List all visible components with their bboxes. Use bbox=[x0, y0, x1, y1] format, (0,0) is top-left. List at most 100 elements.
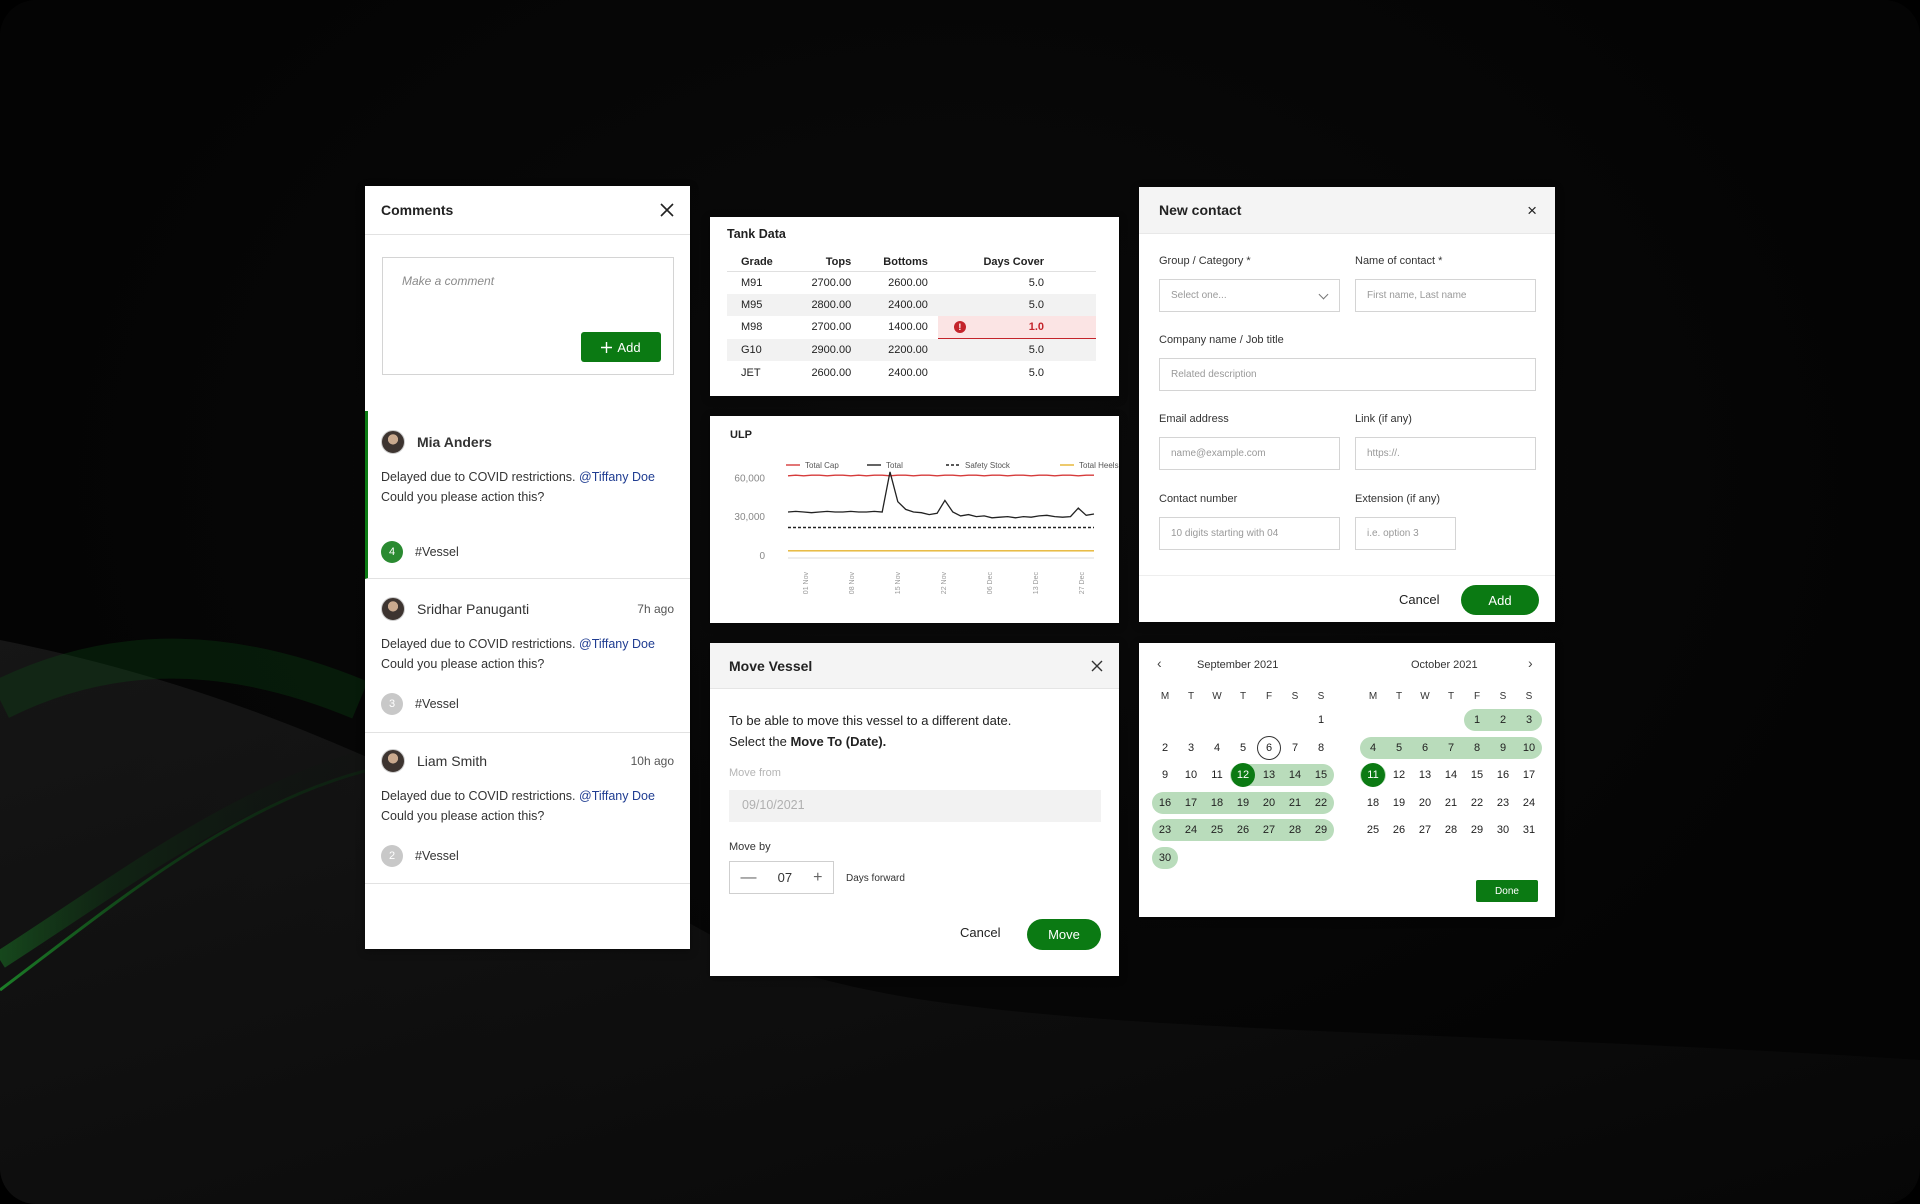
calendar-day[interactable]: 10 bbox=[1178, 764, 1204, 786]
calendar-day[interactable]: 25 bbox=[1204, 819, 1230, 841]
calendar-day[interactable]: 19 bbox=[1230, 792, 1256, 814]
calendar-day[interactable]: 30 bbox=[1152, 847, 1178, 869]
calendar-day[interactable]: 7 bbox=[1282, 737, 1308, 759]
close-icon[interactable] bbox=[660, 203, 674, 217]
calendar-day[interactable]: 2 bbox=[1152, 737, 1178, 759]
calendar-day[interactable]: 16 bbox=[1490, 764, 1516, 786]
contact-name-input[interactable]: First name, Last name bbox=[1355, 279, 1536, 312]
calendar-day[interactable]: 19 bbox=[1386, 792, 1412, 814]
calendar-day[interactable]: 16 bbox=[1152, 792, 1178, 814]
email-input[interactable]: name@example.com bbox=[1159, 437, 1340, 470]
plus-icon[interactable]: + bbox=[813, 869, 822, 887]
calendar-day[interactable]: 22 bbox=[1464, 792, 1490, 814]
calendar-day[interactable]: 31 bbox=[1516, 819, 1542, 841]
calendar-day[interactable]: 14 bbox=[1282, 764, 1308, 786]
move-button[interactable]: Move bbox=[1027, 919, 1101, 950]
calendar-day[interactable]: 12 bbox=[1230, 764, 1256, 786]
comment-tag[interactable]: #Vessel bbox=[415, 545, 459, 559]
minus-icon[interactable]: — bbox=[741, 869, 757, 887]
calendar-day[interactable]: 13 bbox=[1412, 764, 1438, 786]
extension-input[interactable]: i.e. option 3 bbox=[1355, 517, 1456, 550]
calendar-day[interactable]: 1 bbox=[1464, 709, 1490, 731]
comment-tag[interactable]: #Vessel bbox=[415, 697, 459, 711]
calendar-day[interactable]: 26 bbox=[1386, 819, 1412, 841]
calendar-day[interactable]: 11 bbox=[1204, 764, 1230, 786]
comment-item[interactable]: Liam Smith 10h ago Delayed due to COVID … bbox=[365, 733, 690, 884]
comment-item[interactable]: Sridhar Panuganti 7h ago Delayed due to … bbox=[365, 579, 690, 733]
add-comment-button[interactable]: Add bbox=[581, 332, 661, 362]
calendar-day[interactable]: 15 bbox=[1464, 764, 1490, 786]
comment-item[interactable]: Mia Anders Delayed due to COVID restrict… bbox=[365, 411, 690, 579]
cancel-button[interactable]: Cancel bbox=[960, 925, 1000, 940]
table-cell: 2800.00 bbox=[791, 293, 862, 317]
calendar-day[interactable]: 8 bbox=[1308, 737, 1334, 759]
calendar-day[interactable]: 5 bbox=[1386, 737, 1412, 759]
link-input[interactable]: https://. bbox=[1355, 437, 1536, 470]
calendar-day[interactable]: 27 bbox=[1412, 819, 1438, 841]
calendar-day[interactable]: 23 bbox=[1152, 819, 1178, 841]
calendar-day[interactable]: 30 bbox=[1490, 819, 1516, 841]
group-select[interactable]: Select one... bbox=[1159, 279, 1340, 312]
tank-data-panel: Tank Data Grade Tops Bottoms Days Cover … bbox=[710, 217, 1119, 396]
company-input[interactable]: Related description bbox=[1159, 358, 1536, 391]
comment-input[interactable]: Make a comment Add bbox=[382, 257, 674, 375]
calendar-day[interactable]: 6 bbox=[1412, 737, 1438, 759]
mention-link[interactable]: @Tiffany Doe bbox=[579, 637, 655, 651]
calendar-day[interactable]: 28 bbox=[1438, 819, 1464, 841]
close-icon[interactable]: × bbox=[1527, 202, 1537, 219]
weekday-label: T bbox=[1187, 691, 1195, 702]
calendar-day[interactable]: 21 bbox=[1282, 792, 1308, 814]
calendar-day[interactable]: 9 bbox=[1152, 764, 1178, 786]
calendar-day[interactable]: 24 bbox=[1178, 819, 1204, 841]
mention-link[interactable]: @Tiffany Doe bbox=[579, 789, 655, 803]
weekday-label: W bbox=[1420, 691, 1430, 702]
calendar-day[interactable]: 3 bbox=[1516, 709, 1542, 731]
close-icon[interactable] bbox=[1091, 660, 1103, 672]
calendar-day[interactable]: 18 bbox=[1360, 792, 1386, 814]
calendar-day[interactable]: 5 bbox=[1230, 737, 1256, 759]
calendar-day[interactable]: 1 bbox=[1308, 709, 1334, 731]
y-tick-label: 0 bbox=[759, 551, 765, 562]
calendar-day[interactable]: 11 bbox=[1360, 764, 1386, 786]
calendar-day[interactable]: 8 bbox=[1464, 737, 1490, 759]
calendar-day[interactable]: 2 bbox=[1490, 709, 1516, 731]
add-contact-button[interactable]: Add bbox=[1461, 585, 1539, 615]
chevron-right-icon[interactable]: › bbox=[1528, 655, 1533, 671]
cancel-button[interactable]: Cancel bbox=[1399, 592, 1439, 607]
dialog-description: To be able to move this vessel to a diff… bbox=[729, 713, 1012, 749]
avatar bbox=[381, 749, 405, 773]
chevron-left-icon[interactable]: ‹ bbox=[1157, 655, 1162, 671]
calendar-day[interactable]: 9 bbox=[1490, 737, 1516, 759]
done-button[interactable]: Done bbox=[1476, 880, 1538, 902]
calendar-day[interactable]: 28 bbox=[1282, 819, 1308, 841]
days-value[interactable]: 07 bbox=[778, 870, 792, 885]
calendar-day[interactable]: 4 bbox=[1204, 737, 1230, 759]
calendar-day[interactable]: 21 bbox=[1438, 792, 1464, 814]
mention-link[interactable]: @Tiffany Doe bbox=[579, 470, 655, 484]
calendar-day[interactable]: 14 bbox=[1438, 764, 1464, 786]
calendar-day[interactable]: 4 bbox=[1360, 737, 1386, 759]
calendar-day[interactable]: 23 bbox=[1490, 792, 1516, 814]
calendar-day[interactable]: 25 bbox=[1360, 819, 1386, 841]
calendar-day[interactable]: 22 bbox=[1308, 792, 1334, 814]
calendar-day[interactable]: 29 bbox=[1464, 819, 1490, 841]
calendar-day[interactable]: 18 bbox=[1204, 792, 1230, 814]
calendar-day[interactable]: 29 bbox=[1308, 819, 1334, 841]
calendar-day[interactable]: 27 bbox=[1256, 819, 1282, 841]
calendar-day[interactable]: 15 bbox=[1308, 764, 1334, 786]
calendar-day[interactable]: 26 bbox=[1230, 819, 1256, 841]
calendar-day[interactable]: 12 bbox=[1386, 764, 1412, 786]
calendar-day[interactable]: 6 bbox=[1256, 737, 1282, 759]
calendar-day[interactable]: 24 bbox=[1516, 792, 1542, 814]
calendar-day[interactable]: 20 bbox=[1412, 792, 1438, 814]
phone-input[interactable]: 10 digits starting with 04 bbox=[1159, 517, 1340, 550]
calendar-day[interactable]: 17 bbox=[1178, 792, 1204, 814]
comment-tag[interactable]: #Vessel bbox=[415, 849, 459, 863]
weekday-label: M bbox=[1368, 691, 1378, 702]
calendar-day[interactable]: 17 bbox=[1516, 764, 1542, 786]
calendar-day[interactable]: 3 bbox=[1178, 737, 1204, 759]
calendar-day[interactable]: 20 bbox=[1256, 792, 1282, 814]
calendar-day[interactable]: 10 bbox=[1516, 737, 1542, 759]
calendar-day[interactable]: 7 bbox=[1438, 737, 1464, 759]
calendar-day[interactable]: 13 bbox=[1256, 764, 1282, 786]
